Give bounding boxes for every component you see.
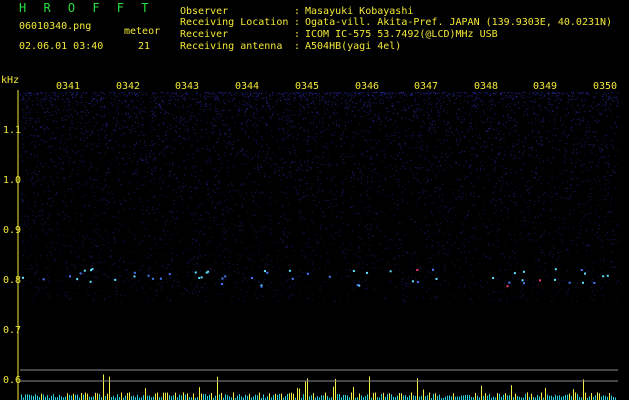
time-tick-label: 0347	[414, 81, 438, 92]
time-tick-label: 0342	[116, 81, 140, 92]
freq-tick-label: 0.7	[3, 325, 21, 336]
freq-tick-label: 0.8	[3, 275, 21, 286]
time-tick-label: 0346	[355, 81, 379, 92]
time-tick-label: 0343	[175, 81, 199, 92]
time-tick-label: 0348	[474, 81, 498, 92]
spectrogram: kHz 1.1 1.0 0.9 0.8 0.7 0.6 0341 0342 03…	[1, 75, 629, 400]
freq-tick-label: 1.1	[3, 125, 21, 136]
frequency-unit-label: kHz	[1, 75, 19, 86]
time-tick-label: 0341	[56, 81, 80, 92]
time-tick-label: 0344	[235, 81, 259, 92]
spectrogram-background	[20, 76, 629, 400]
freq-tick-label: 0.9	[3, 225, 21, 236]
time-tick-label: 0345	[295, 81, 319, 92]
freq-tick-label: 0.6	[3, 375, 21, 386]
time-tick-label: 0350	[593, 81, 617, 92]
time-tick-label: 0349	[533, 81, 557, 92]
freq-tick-label: 1.0	[3, 175, 21, 186]
